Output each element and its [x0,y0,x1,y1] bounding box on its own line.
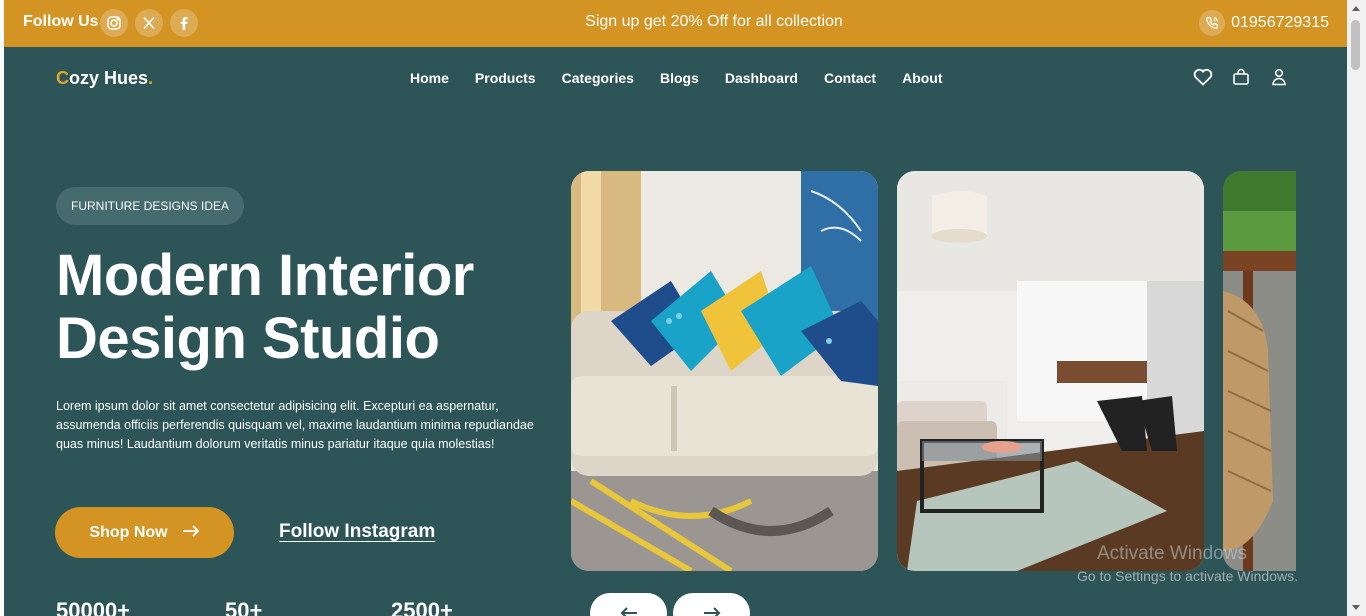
nav-blogs[interactable]: Blogs [660,70,699,86]
arrow-left-icon [620,607,637,616]
activate-windows-hint: Go to Settings to activate Windows. [1077,568,1298,584]
promo-topbar: Follow Us Sign up get 20% Off for all co… [4,0,1347,47]
shop-now-label: Shop Now [89,523,168,541]
nav-home[interactable]: Home [410,70,449,86]
scroll-down-icon[interactable] [1352,605,1360,610]
activate-windows-title: Activate Windows [1097,543,1247,564]
logo-initial: C [56,68,69,88]
stat-value: 2500+ [391,598,453,616]
apartment-interior-photo [897,171,1204,571]
shop-now-button[interactable]: Shop Now [55,507,234,558]
arrow-right-icon [182,524,200,542]
slider-next-button[interactable] [673,593,750,616]
page: Follow Us Sign up get 20% Off for all co… [4,0,1347,616]
phone-icon [1199,10,1226,36]
scroll-up-icon[interactable] [1352,6,1360,11]
hero-title-line1: Modern Interior [56,243,474,308]
hero-description: Lorem ipsum dolor sit amet consectetur a… [56,399,534,451]
logo-dot: . [148,68,154,88]
scroll-thumb[interactable] [1351,20,1360,70]
phone-number: 01956729315 [1231,14,1329,31]
hero-title-line2: Design Studio [56,306,440,371]
nav-contact[interactable]: Contact [824,70,876,86]
promo-text: Sign up get 20% Off for all collection [585,13,843,30]
browser-viewport: Follow Us Sign up get 20% Off for all co… [0,0,1366,616]
stat-value: 50000+ [56,598,131,616]
nav-dashboard[interactable]: Dashboard [725,70,798,86]
main-nav: Home Products Categories Blogs Dashboard… [410,70,943,86]
nav-products[interactable]: Products [475,70,536,86]
nav-categories[interactable]: Categories [562,70,634,86]
arrow-right-icon [703,607,720,616]
garden-wicker-chair-photo [1223,171,1296,571]
stat-value: 50+ [225,598,263,616]
follow-instagram-link[interactable]: Follow Instagram [279,521,435,543]
brand-logo[interactable]: Cozy Hues. [56,68,153,89]
category-badge: FURNITURE DESIGNS IDEA [56,187,245,225]
nav-about[interactable]: About [902,70,942,86]
phone-contact[interactable]: 01956729315 [1199,10,1329,36]
shopping-bag-icon[interactable] [1231,66,1251,88]
living-room-cushions-photo [571,171,878,571]
header-actions [1193,66,1289,88]
heart-icon[interactable] [1193,66,1213,88]
user-icon[interactable] [1269,66,1289,88]
logo-text: ozy Hues [69,68,149,88]
vertical-scrollbar[interactable] [1347,0,1366,616]
slider-prev-button[interactable] [590,593,667,616]
hero-title: Modern Interior Design Studio [56,244,556,370]
